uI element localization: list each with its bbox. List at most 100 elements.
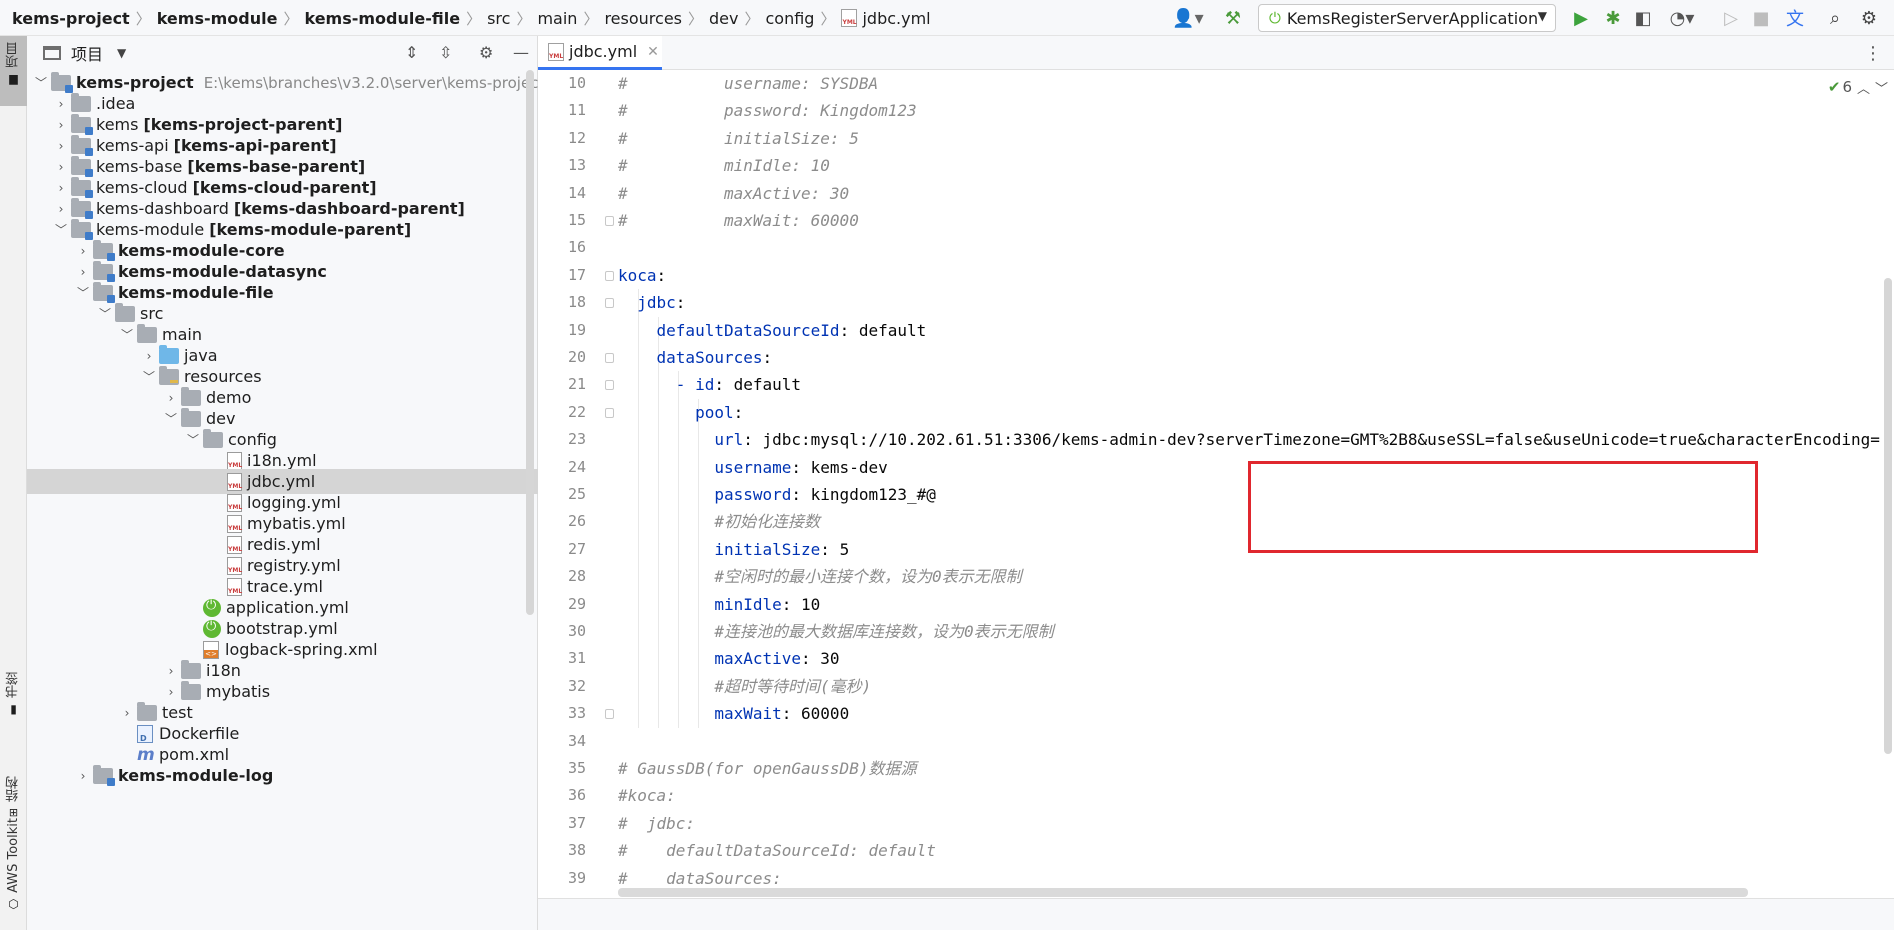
- fold-marker-icon[interactable]: [605, 709, 614, 720]
- left-tool-strip: 项目 ▆ 书签 ▮ 结构 ⊞ AWS Toolkit ⬡: [0, 36, 27, 930]
- yaml-key: password: [618, 485, 792, 504]
- close-icon[interactable]: ✕: [647, 44, 659, 60]
- tree-item-label: kems: [96, 115, 139, 134]
- chevron-down-icon[interactable]: ﹀: [1875, 78, 1888, 97]
- chevron-down-icon[interactable]: ﹀: [31, 74, 51, 91]
- fold-marker-icon[interactable]: [605, 380, 614, 391]
- chevron-right-icon[interactable]: ›: [51, 160, 71, 174]
- tree-item-label: logback-spring.xml: [225, 640, 378, 659]
- step-icon: ▷: [1724, 7, 1738, 29]
- expand-all-icon[interactable]: ⇕: [405, 43, 418, 62]
- chevron-right-icon[interactable]: ›: [161, 664, 181, 678]
- code-line: maxActive: 30: [618, 645, 840, 672]
- fold-marker-icon[interactable]: [605, 298, 614, 309]
- line-number: 21: [567, 375, 586, 394]
- module-folder-icon: [71, 176, 93, 198]
- bookmarks-tool-tab[interactable]: 书签 ▮: [0, 672, 27, 762]
- folder-icon: [181, 386, 201, 406]
- code-line: #初始化连接数: [618, 508, 820, 535]
- translate-icon[interactable]: 文: [1782, 0, 1808, 36]
- breadcrumb-item[interactable]: kems-module: [157, 9, 278, 28]
- chevron-right-icon[interactable]: ›: [51, 97, 71, 111]
- chevron-right-icon[interactable]: ›: [161, 685, 181, 699]
- chevron-right-icon[interactable]: ›: [51, 202, 71, 216]
- code-line: #空闲时的最小连接个数，设为0表示无限制: [618, 563, 1021, 590]
- tab-jdbc-yml[interactable]: jdbc.yml ✕: [538, 36, 662, 70]
- chevron-down-icon[interactable]: ﹀: [51, 221, 71, 238]
- chevron-down-icon[interactable]: ﹀: [139, 368, 159, 385]
- spring-boot-icon: ⏻: [1269, 9, 1281, 27]
- chevron-right-icon[interactable]: ›: [73, 244, 93, 258]
- chevron-right-icon[interactable]: ›: [117, 706, 137, 720]
- fold-marker-icon[interactable]: [605, 353, 614, 363]
- chevron-right-icon[interactable]: ›: [139, 349, 159, 363]
- xml-file-icon: [203, 640, 219, 659]
- bookmark-icon: ▮: [10, 702, 17, 716]
- chevron-down-icon[interactable]: ﹀: [183, 431, 203, 448]
- chevron-right-icon[interactable]: ›: [51, 118, 71, 132]
- debug-bug-icon[interactable]: ✱: [1600, 0, 1626, 36]
- run-icon[interactable]: ▶: [1568, 0, 1594, 36]
- chevron-down-icon[interactable]: ▼: [117, 46, 126, 60]
- chevron-up-icon[interactable]: ︿: [1857, 78, 1870, 97]
- chevron-right-icon[interactable]: ›: [73, 265, 93, 279]
- run-configuration-select[interactable]: ⏻ KemsRegisterServerApplication ▼: [1258, 4, 1556, 32]
- tree-item-label: java: [184, 346, 218, 365]
- breadcrumb-item[interactable]: src: [487, 9, 510, 28]
- tree-item-label: kems-module-datasync: [118, 262, 327, 281]
- collapse-all-icon[interactable]: ⇳: [439, 43, 452, 62]
- profile-icon[interactable]: ◔▾: [1662, 0, 1702, 36]
- maven-artifact-label: [kems-api-parent]: [173, 136, 337, 155]
- tree-scrollbar[interactable]: [526, 70, 534, 615]
- chevron-down-icon[interactable]: ﹀: [161, 410, 181, 427]
- gear-icon[interactable]: ⚙: [479, 43, 493, 62]
- tree-item-label: trace.yml: [247, 577, 323, 596]
- yaml-value: : 30: [801, 649, 840, 669]
- fold-marker-icon[interactable]: [605, 216, 614, 226]
- yaml-key: pool: [618, 402, 734, 422]
- folder-icon: [115, 302, 135, 322]
- fold-marker-icon[interactable]: [605, 407, 614, 418]
- chevron-right-icon[interactable]: ›: [73, 769, 93, 783]
- project-panel-title[interactable]: 项目: [71, 41, 103, 65]
- chevron-down-icon[interactable]: ﹀: [73, 284, 93, 301]
- yaml-key: defaultDataSourceId: [618, 320, 840, 340]
- tree-item-label: kems-module-core: [118, 241, 285, 260]
- code-line: maxWait: 60000: [618, 700, 849, 727]
- breadcrumb-item[interactable]: main: [537, 9, 577, 28]
- settings-gear-icon[interactable]: ⚙: [1856, 0, 1882, 36]
- chevron-down-icon[interactable]: ﹀: [117, 326, 137, 343]
- breadcrumb-item[interactable]: dev: [709, 9, 738, 28]
- minimize-icon[interactable]: —: [513, 43, 529, 62]
- editor-vertical-scrollbar[interactable]: [1884, 278, 1892, 754]
- tree-item-label: kems-api: [96, 136, 169, 155]
- editor-horizontal-scrollbar[interactable]: [618, 888, 1748, 897]
- fold-marker-icon[interactable]: [605, 270, 614, 281]
- more-options-icon[interactable]: ⋮: [1864, 43, 1882, 64]
- breadcrumb-item[interactable]: jdbc.yml: [862, 9, 930, 28]
- chevron-right-icon[interactable]: ›: [161, 391, 181, 405]
- code-line: - id: default: [618, 371, 801, 398]
- chevron-right-icon[interactable]: ›: [51, 139, 71, 153]
- build-hammer-icon[interactable]: ⚒: [1220, 0, 1246, 36]
- editor-tab-bar: jdbc.yml ✕ ⋮: [538, 36, 1894, 70]
- yml-file-icon: [227, 577, 242, 596]
- breadcrumb-item[interactable]: resources: [604, 9, 682, 28]
- project-tool-tab[interactable]: 项目 ▆: [0, 36, 27, 106]
- tree-item-label: i18n.yml: [247, 451, 317, 470]
- tree-item-label: demo: [206, 388, 252, 407]
- yml-file-icon: [841, 9, 858, 27]
- code-comment: # minIdle: 10: [618, 156, 830, 176]
- breadcrumb-item[interactable]: kems-project: [12, 9, 130, 28]
- tree-item-kems-module-log[interactable]: › kems-module-log: [27, 763, 538, 788]
- maven-artifact-label: [kems-dashboard-parent]: [233, 199, 465, 218]
- chevron-right-icon[interactable]: ›: [51, 181, 71, 195]
- search-icon[interactable]: ⌕: [1822, 0, 1848, 36]
- breadcrumb-item[interactable]: config: [766, 9, 815, 28]
- inspection-status[interactable]: ✔ 6: [1828, 78, 1852, 96]
- user-account-icon[interactable]: 👤▾: [1168, 0, 1208, 36]
- chevron-down-icon[interactable]: ﹀: [95, 305, 115, 322]
- coverage-icon[interactable]: ◧: [1630, 0, 1656, 36]
- breadcrumb-item[interactable]: kems-module-file: [304, 9, 460, 28]
- aws-toolkit-tab[interactable]: AWS Toolkit ⬡: [0, 818, 27, 928]
